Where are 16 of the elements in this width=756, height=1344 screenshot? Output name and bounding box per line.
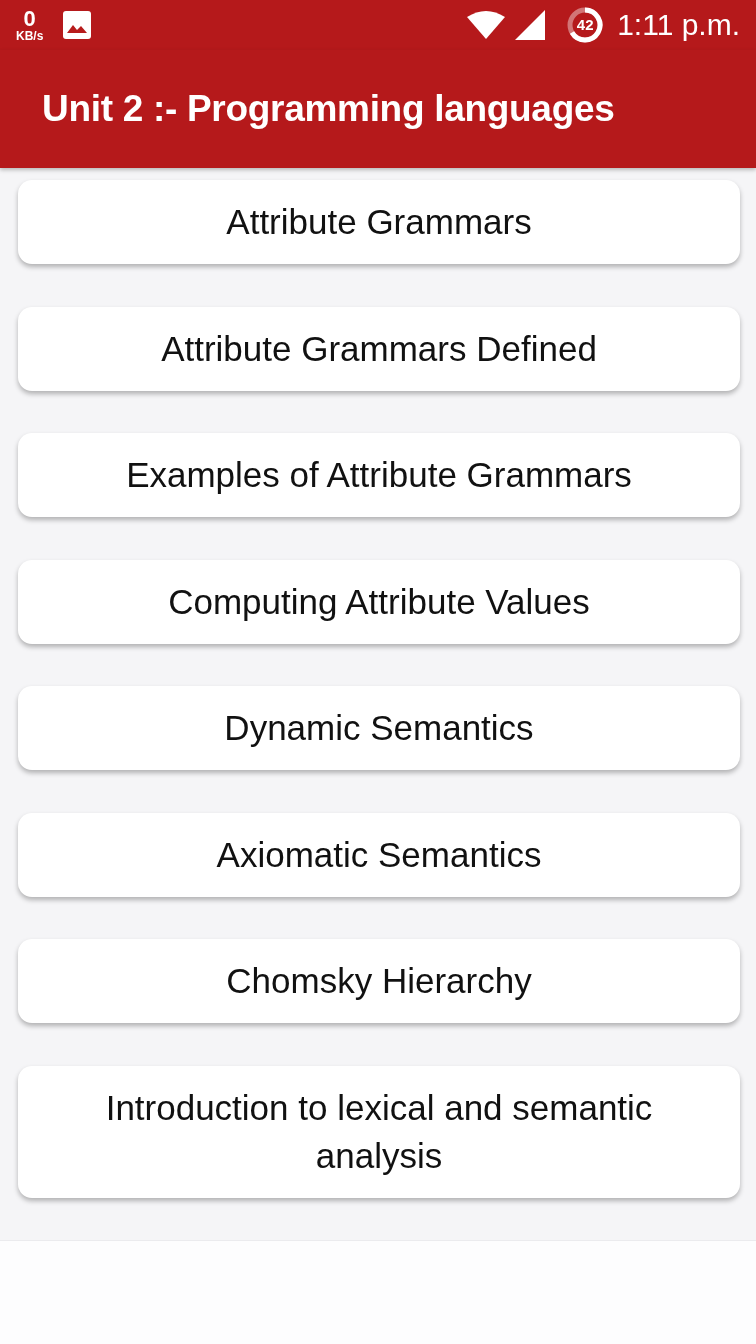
battery-percent: 42 (575, 16, 595, 34)
network-speed-value: 0 (23, 8, 36, 30)
topic-button[interactable]: Axiomatic Semantics (18, 812, 740, 897)
topic-button[interactable]: Computing Attribute Values (18, 559, 740, 644)
topic-button[interactable]: Examples of Attribute Grammars (18, 433, 740, 517)
topic-button[interactable]: Attribute Grammars Defined (18, 306, 740, 391)
topic-button[interactable]: Dynamic Semantics (18, 686, 740, 770)
topic-button[interactable]: Introduction to lexical and semantic analysis (18, 1065, 740, 1198)
network-speed-unit: KB/s (16, 30, 44, 42)
app-bar-title: Unit 2 :- Programming languages (42, 88, 615, 130)
signal-icon (515, 10, 546, 40)
topic-button[interactable]: Attribute Grammars (18, 180, 740, 264)
topic-button[interactable]: Chomsky Hierarchy (18, 939, 740, 1023)
image-icon (63, 11, 92, 39)
wifi-icon (467, 11, 506, 39)
clock-time: 1:11 p.m. (617, 8, 740, 42)
